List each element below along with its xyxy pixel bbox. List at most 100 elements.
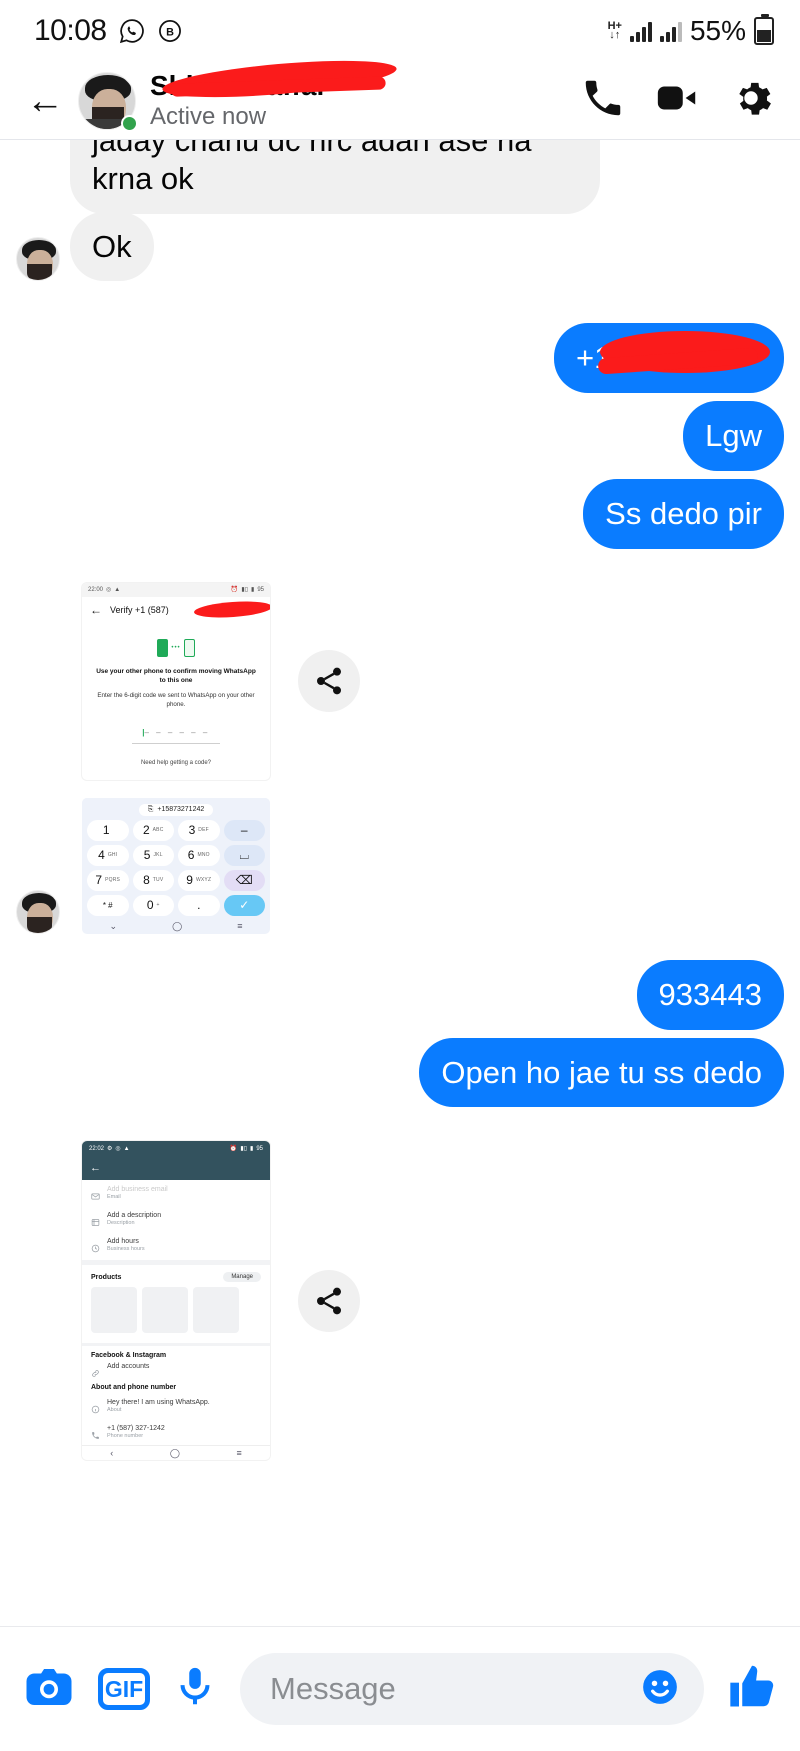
battery-icon: ▮ — [250, 1146, 254, 1153]
shared-screenshot-verify[interactable]: 22:00◎▲ ⏰▮▯▮95 ← Verify +1 (587) ⋮ ••• U… — [82, 582, 270, 780]
message-thread[interactable]: jaday chahu dc hrc adan ase na krna ok O… — [0, 140, 800, 1626]
call-icon[interactable] — [580, 75, 626, 126]
gif-button[interactable]: GIF — [98, 1668, 150, 1710]
smiley-icon[interactable] — [638, 1665, 682, 1714]
back-button[interactable]: ← — [18, 82, 72, 120]
recents-icon[interactable]: ≡ — [237, 921, 242, 931]
dialpad-key-6[interactable]: 6 MNO — [178, 844, 220, 866]
business-item-social[interactable]: Add accounts — [82, 1361, 270, 1380]
contact-avatar[interactable] — [78, 71, 138, 132]
verify-title: Verify +1 (587) — [110, 604, 169, 615]
status-clock: 10:08 — [34, 14, 107, 47]
header-actions — [580, 75, 778, 126]
dialpad-key-5[interactable]: 5 JKL — [132, 844, 174, 866]
svg-text:B: B — [166, 27, 174, 39]
signal-icon: ▮▯ — [241, 587, 248, 594]
business-item-hours[interactable]: Add hours Business hours — [82, 1232, 270, 1258]
about-section-title: About and phone number — [91, 1384, 177, 1392]
item-sub: Email — [107, 1194, 121, 1201]
business-item-about[interactable]: Hey there! I am using WhatsApp. About — [82, 1393, 270, 1419]
dialpad-key-space[interactable]: ⌴ — [223, 844, 265, 866]
product-thumbnails — [82, 1285, 270, 1341]
code-placeholder: – – – – – – — [144, 727, 210, 737]
message-row: +158 — [16, 323, 784, 394]
alarm-icon: ⏰ — [230, 587, 239, 594]
attachment-row-verify: 22:00◎▲ ⏰▮▯▮95 ← Verify +1 (587) ⋮ ••• U… — [16, 582, 784, 780]
dialpad-key-8[interactable]: 8 TUV — [132, 869, 174, 891]
thumbs-up-icon[interactable] — [726, 1661, 778, 1718]
dialpad-key-confirm[interactable]: ✓ — [223, 894, 265, 916]
manage-products-button[interactable]: Manage — [223, 1272, 261, 1283]
message-bubble-outgoing[interactable]: Lgw — [683, 401, 784, 472]
business-item-description[interactable]: Add a description Description — [82, 1206, 270, 1232]
dialpad-number-chip[interactable]: ⎘ +15873271242 — [82, 797, 270, 820]
shared-screenshot-business-profile[interactable]: 22:02 ⚙ ◎ ▲ ⏰ ▮▯ ▮ 95 ← Add business email Ema… — [82, 1141, 270, 1461]
product-thumbnail[interactable] — [91, 1287, 137, 1334]
recents-icon[interactable]: ≡ — [236, 1448, 241, 1458]
share-button[interactable] — [298, 650, 360, 713]
message-input-box[interactable]: Message — [240, 1653, 704, 1725]
message-bubble-outgoing[interactable]: Ss dedo pir — [583, 479, 784, 549]
whatsapp-icon — [119, 18, 145, 44]
dialpad-key-7[interactable]: 7 PQRS — [87, 869, 129, 891]
product-thumbnail[interactable] — [142, 1287, 188, 1334]
dialpad-key-star-hash[interactable]: * # — [87, 894, 129, 916]
message-bubble-incoming[interactable]: Ok — [70, 211, 154, 282]
status-bar-left: 10:08 B — [34, 14, 183, 48]
item-main: Add accounts — [107, 1363, 150, 1371]
contact-info[interactable]: Shhh Ghaffar Active now — [150, 53, 580, 131]
home-circle-icon[interactable]: ◯ — [172, 921, 182, 932]
message-placeholder: Message — [270, 1671, 396, 1706]
alarm-icon: ⏰ — [229, 1146, 238, 1153]
verify-code-input[interactable]: |– – – – – – — [132, 722, 220, 744]
dialpad-key-dot[interactable]: . — [178, 894, 220, 916]
dialpad-key-0[interactable]: 0 + — [132, 894, 174, 916]
dialpad-key-1[interactable]: 1 — [87, 819, 129, 841]
share-button[interactable] — [298, 1269, 360, 1332]
whatsapp-icon: ◎ — [115, 1146, 121, 1153]
sender-avatar[interactable] — [16, 237, 60, 282]
signal-icon: ▮▯ — [240, 1146, 247, 1153]
item-main: +1 (587) 327-1242 — [107, 1425, 165, 1433]
message-bubble-outgoing[interactable]: Open ho jae tu ss dedo — [419, 1037, 784, 1108]
message-bubble-outgoing[interactable]: 933443 — [636, 959, 784, 1030]
back-arrow-icon[interactable]: ← — [90, 1162, 101, 1174]
dialpad-key-backspace[interactable]: ⌫ — [223, 869, 265, 891]
online-status-dot — [121, 114, 138, 132]
battery-icon: ▮ — [251, 587, 255, 594]
battery-percent: 55% — [689, 15, 746, 46]
back-arrow-icon[interactable]: ← — [90, 603, 102, 617]
microphone-icon[interactable] — [172, 1662, 218, 1717]
chevron-down-icon[interactable]: ⌄ — [110, 921, 118, 932]
message-row: jaday chahu dc hrc adan ase na krna ok — [16, 140, 784, 214]
dialpad-key-2[interactable]: 2 ABC — [132, 819, 174, 841]
signal-sim2-icon — [659, 20, 682, 42]
business-item-phone[interactable]: +1 (587) 327-1242 Phone number — [82, 1419, 270, 1445]
shared-screenshot-dialpad[interactable]: ⎘ +15873271242 1 2 ABC 3 DEF – 4 GHI 5 JKL 6… — [82, 797, 270, 934]
message-composer: GIF Message — [0, 1626, 800, 1751]
camera-icon[interactable] — [22, 1660, 76, 1719]
product-thumbnail[interactable] — [193, 1287, 239, 1334]
settings-icon[interactable] — [728, 75, 774, 126]
sender-avatar[interactable] — [16, 889, 60, 934]
home-circle-icon[interactable]: ◯ — [170, 1448, 180, 1459]
dialpad-key-9[interactable]: 9 WXYZ — [178, 869, 220, 891]
item-main: Add business email — [107, 1186, 168, 1194]
dialpad-key-3[interactable]: 3 DEF — [178, 819, 220, 841]
back-icon[interactable]: ‹ — [110, 1448, 113, 1458]
business-item-email[interactable]: Add business email Email — [82, 1180, 270, 1206]
video-icon[interactable] — [654, 75, 700, 126]
message-row: Ss dedo pir — [16, 479, 784, 549]
item-sub: About — [107, 1407, 122, 1414]
dialpad-key-dash[interactable]: – — [223, 819, 265, 841]
message-bubble-incoming[interactable]: jaday chahu dc hrc adan ase na krna ok — [70, 140, 600, 214]
item-main: Add a description — [107, 1212, 162, 1220]
verify-help-link[interactable]: Need help getting a code? — [82, 760, 270, 766]
settings-icon: ⚙ — [107, 1146, 113, 1153]
status-bar: 10:08 B H+ ↓↑ 55% — [0, 0, 800, 62]
dialpad-grid: 1 2 ABC 3 DEF – 4 GHI 5 JKL 6 MNO ⌴ 7 PQRS 8 TU… — [82, 819, 270, 919]
dialpad-key-4[interactable]: 4 GHI — [87, 844, 129, 866]
info-icon — [91, 1401, 100, 1414]
screenshot-app-bar: ← Verify +1 (587) ⋮ — [82, 597, 270, 623]
message-bubble-outgoing[interactable]: +158 — [554, 323, 784, 394]
